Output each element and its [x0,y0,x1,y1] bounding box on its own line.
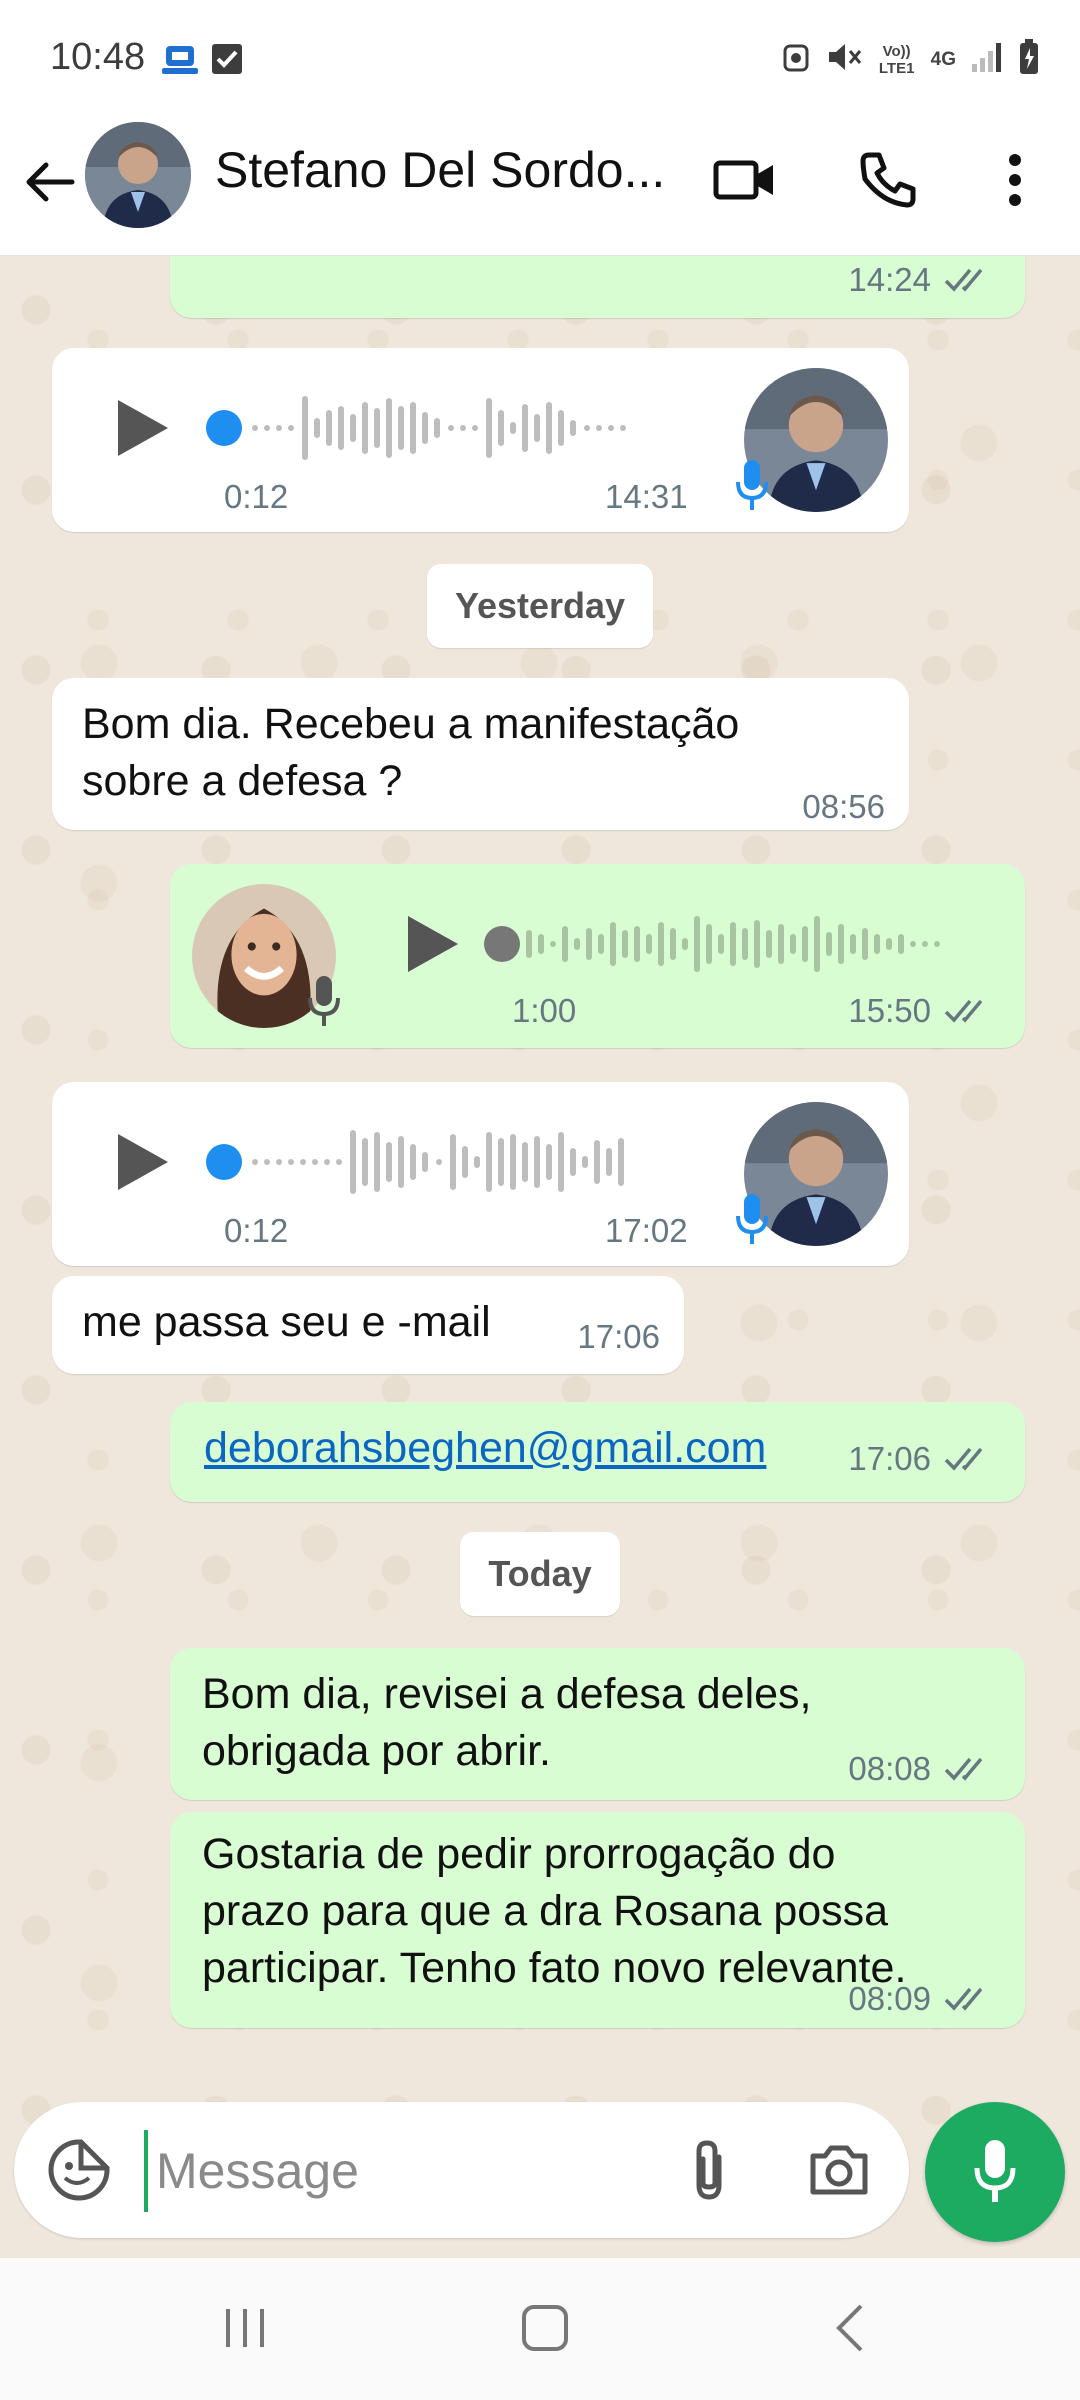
voice-duration: 0:12 [224,478,289,515]
system-back-button[interactable] [805,2293,895,2363]
message-time: 17:06 [577,1318,660,1355]
email-link[interactable]: deborahsbeghen@gmail.com [204,1420,766,1477]
voice-call-button[interactable] [848,140,928,220]
contact-avatar[interactable] [85,122,191,228]
message-time: 08:08 [848,1750,931,1787]
message-text: Bom dia. Recebeu a manifestação [82,700,740,748]
message-time: 14:31 [605,478,688,515]
play-button[interactable] [102,388,182,468]
arrow-left-icon [26,162,75,202]
double-check-icon [944,1757,983,1781]
date-divider: Yesterday [427,564,653,648]
message-bubble-incoming[interactable]: Bom dia. Recebeu a manifestação sobre a … [52,678,909,830]
microphone-icon [736,1194,768,1244]
more-options-button[interactable] [975,140,1055,220]
message-text: participar. Tenho fato novo relevante. [202,1944,907,1992]
voice-message-incoming[interactable]: 0:12 14:31 [52,348,909,532]
double-check-icon [944,268,983,292]
attach-button[interactable] [674,2135,744,2205]
network-type-label: 4G [930,49,956,70]
chat-header: Stefano Del Sordo... [0,110,1080,256]
double-check-icon [944,1447,983,1471]
checkbox-icon [210,42,244,81]
message-text: me passa seu e -mail [82,1298,491,1346]
paperclip-icon [696,2140,722,2200]
sticker-icon [48,2139,110,2201]
audio-waveform [484,916,940,972]
voice-message-outgoing[interactable]: 1:00 15:50 [170,864,1025,1048]
message-bubble-outgoing[interactable]: Gostaria de pedir prorrogação do prazo p… [170,1812,1025,2028]
chevron-left-icon [836,2304,863,2352]
message-bubble-outgoing[interactable]: Bom dia, revisei a defesa deles, obrigad… [170,1648,1025,1800]
battery-icon [1018,38,1040,81]
status-time: 10:48 [50,36,146,78]
recent-apps-button[interactable] [200,2293,290,2363]
play-button[interactable] [392,904,472,984]
app-notification-icon [160,42,200,83]
message-text: sobre a defesa ? [82,757,403,805]
date-divider: Today [460,1532,620,1616]
man-portrait-icon [85,122,191,228]
back-button[interactable] [20,142,80,222]
message-text: obrigada por abrir. [202,1727,551,1775]
message-bubble-outgoing[interactable]: deborahsbeghen@gmail.com 17:06 [170,1402,1025,1502]
message-time: 08:56 [802,788,885,825]
mute-icon [825,40,863,79]
message-input[interactable] [144,2130,668,2212]
double-check-icon [944,1987,983,2011]
alarm-icon [781,40,811,79]
play-icon [118,400,168,456]
signal-icon [970,40,1004,79]
voice-duration: 1:00 [512,992,577,1029]
camera-icon [810,2145,868,2195]
message-text: Bom dia, revisei a defesa deles, [202,1670,812,1718]
voice-message-incoming[interactable]: 0:12 17:02 [52,1082,909,1266]
message-composer [14,2102,909,2238]
message-bubble-outgoing[interactable]: 14:24 [170,256,1025,318]
sticker-button[interactable] [44,2135,114,2205]
microphone-icon [736,460,768,510]
message-bubble-incoming[interactable]: me passa seu e -mail 17:06 [52,1276,684,1374]
system-nav-bar [0,2258,1080,2400]
video-call-button[interactable] [705,140,785,220]
volte-label: Vo)) LTE1 [878,42,915,77]
home-button[interactable] [500,2293,590,2363]
contact-name[interactable]: Stefano Del Sordo... [215,140,675,200]
audio-waveform [206,396,626,460]
message-time: 17:06 [848,1440,931,1477]
phone-icon [860,152,916,208]
camera-button[interactable] [804,2135,874,2205]
double-check-icon [944,999,983,1023]
microphone-icon [308,976,340,1026]
audio-waveform [206,1130,624,1194]
play-button[interactable] [102,1122,182,1202]
voice-duration: 0:12 [224,1212,289,1249]
recent-apps-icon [226,2309,264,2347]
play-icon [408,916,458,972]
play-icon [118,1134,168,1190]
status-bar: 10:48 Vo)) LTE1 4G [0,0,1080,110]
video-camera-icon [713,160,773,200]
voice-record-button[interactable] [925,2102,1065,2242]
message-text: prazo para que a dra Rosana possa [202,1887,889,1935]
message-time: 14:24 [848,261,931,298]
more-vertical-icon [1009,154,1021,206]
message-time: 17:02 [605,1212,688,1249]
message-time: 15:50 [848,992,931,1029]
message-text: Gostaria de pedir prorrogação do [202,1830,836,1878]
microphone-icon [974,2140,1016,2202]
message-time: 08:09 [848,1980,931,2017]
chat-messages[interactable]: 14:24 0:12 14:31 Yesterday Bom dia. Rece… [0,256,1080,2136]
home-icon [522,2305,568,2351]
